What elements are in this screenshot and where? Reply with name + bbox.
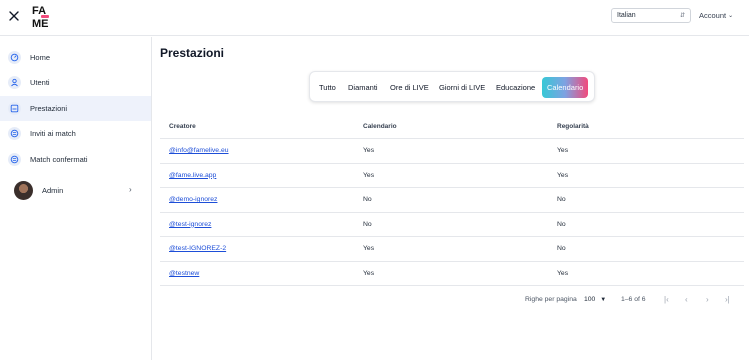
- svg-text:ME: ME: [32, 18, 49, 29]
- avatar: [14, 181, 33, 200]
- table-row: @test-IGNOREZ-2 Yes No: [160, 237, 744, 262]
- tab-calendario[interactable]: Calendario: [542, 77, 589, 98]
- table-header: Creatore Calendario Regolarità: [160, 114, 744, 139]
- chevron-right-icon: ›: [129, 185, 132, 194]
- next-page-icon[interactable]: ›: [706, 295, 709, 304]
- regularity-value: No: [557, 220, 566, 228]
- creator-link[interactable]: @fame.live.app: [169, 172, 216, 179]
- tab-giorni-di-live[interactable]: Giorni di LIVE: [439, 77, 485, 98]
- page-title: Prestazioni: [160, 46, 225, 60]
- sidebar-item-match-confermati[interactable]: Match confermati: [0, 147, 151, 172]
- sidebar-item-label: Home: [30, 53, 51, 62]
- table-row: @fame.live.app Yes Yes: [160, 164, 744, 188]
- creator-link[interactable]: @test-ignorez: [169, 221, 211, 228]
- calendar-value: Yes: [363, 171, 375, 179]
- swap-icon: [8, 127, 21, 140]
- calendar-value: Yes: [363, 245, 375, 253]
- sidebar-item-prestazioni[interactable]: Prestazioni: [0, 96, 151, 121]
- calendar-value: No: [363, 196, 372, 204]
- regularity-value: Yes: [557, 171, 569, 179]
- tab-bar: Tutto Diamanti Ore di LIVE Giorni di LIV…: [309, 71, 595, 102]
- regularity-value: No: [557, 196, 566, 204]
- calendar-value: Yes: [363, 147, 375, 155]
- creator-link[interactable]: @info@famelive.eu: [169, 147, 229, 154]
- sidebar: Home Utenti Prestazioni Inviti ai match …: [0, 37, 152, 360]
- regularity-value: Yes: [557, 269, 569, 277]
- sidebar-item-label: Prestazioni: [30, 104, 68, 113]
- last-page-icon[interactable]: ›|: [725, 295, 730, 304]
- table-row: @test-ignorez No No: [160, 213, 744, 237]
- updown-chevron-icon: ⇵: [679, 13, 685, 19]
- close-icon[interactable]: [7, 9, 21, 23]
- tab-educazione[interactable]: Educazione: [496, 77, 535, 98]
- column-header-calendario[interactable]: Calendario: [363, 114, 397, 138]
- creator-link[interactable]: @demo-ignorez: [169, 196, 217, 203]
- confirmed-swap-icon: [8, 153, 21, 166]
- tab-ore-di-live[interactable]: Ore di LIVE: [390, 77, 429, 98]
- regularity-value: Yes: [557, 147, 569, 155]
- table-row: @testnew Yes Yes: [160, 262, 744, 286]
- rows-per-page-value: 100: [584, 296, 596, 303]
- tab-diamanti[interactable]: Diamanti: [348, 77, 378, 98]
- pagination-range: 1–6 of 6: [621, 296, 646, 303]
- user-icon: [8, 76, 21, 89]
- sidebar-item-label: Inviti ai match: [30, 129, 76, 138]
- chart-icon: [8, 102, 21, 115]
- chevron-down-icon: ⌄: [728, 13, 734, 19]
- sidebar-item-label: Utenti: [30, 78, 50, 87]
- account-label: Account: [699, 11, 727, 20]
- rows-per-page-select[interactable]: 100 ▼: [584, 296, 606, 303]
- column-header-regolarita[interactable]: Regolarità: [557, 114, 589, 138]
- calendar-value: No: [363, 220, 372, 228]
- user-profile[interactable]: Admin ›: [0, 178, 151, 202]
- first-page-icon[interactable]: |‹: [664, 295, 669, 304]
- dashboard-icon: [8, 51, 21, 64]
- sidebar-item-label: Match confermati: [30, 155, 88, 164]
- creator-link[interactable]: @testnew: [169, 270, 199, 277]
- account-menu[interactable]: Account ⌄: [699, 11, 733, 20]
- fame-logo: FA ME: [32, 3, 52, 30]
- sidebar-item-inviti[interactable]: Inviti ai match: [0, 121, 151, 146]
- previous-page-icon[interactable]: ‹: [685, 295, 688, 304]
- column-header-creatore[interactable]: Creatore: [169, 114, 196, 138]
- caret-down-icon: ▼: [600, 297, 607, 303]
- creator-link[interactable]: @test-IGNOREZ-2: [169, 245, 226, 252]
- rows-per-page-label: Righe per pagina: [525, 296, 577, 303]
- regularity-value: No: [557, 245, 566, 253]
- table-row: @info@famelive.eu Yes Yes: [160, 139, 744, 164]
- user-name: Admin: [42, 186, 64, 195]
- language-select[interactable]: Italian ⇵: [611, 8, 691, 23]
- sidebar-item-utenti[interactable]: Utenti: [0, 70, 151, 95]
- table-row: @demo-ignorez No No: [160, 188, 744, 213]
- tab-tutto[interactable]: Tutto: [319, 77, 336, 98]
- language-value: Italian: [617, 12, 636, 19]
- sidebar-item-home[interactable]: Home: [0, 45, 151, 70]
- calendar-value: Yes: [363, 269, 375, 277]
- top-bar: FA ME Italian ⇵ Account ⌄: [0, 0, 749, 36]
